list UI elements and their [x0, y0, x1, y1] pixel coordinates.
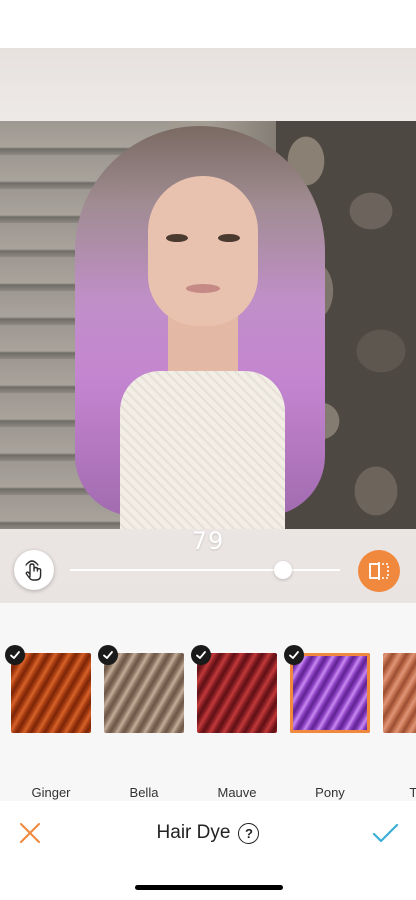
toolbar-title-group: Hair Dye ? [0, 819, 416, 847]
status-bar-area [0, 0, 416, 48]
check-badge-icon [98, 645, 118, 665]
photo-knit-top [120, 371, 285, 529]
photo-eye-right [218, 234, 240, 242]
swatch-image [11, 653, 91, 733]
home-indicator [135, 885, 283, 890]
intensity-value: 79 [191, 527, 225, 555]
hand-touch-icon [25, 560, 42, 581]
tool-title: Hair Dye [156, 822, 231, 843]
portrait-photo [0, 121, 416, 529]
manual-touch-button[interactable] [14, 550, 54, 590]
swatch-taffy[interactable]: Taffy [383, 653, 416, 800]
intensity-slider[interactable] [70, 561, 340, 579]
photo-face [148, 176, 258, 326]
checkmark-icon [372, 823, 399, 843]
swatch-label: Mauve [217, 785, 257, 800]
check-badge-icon [5, 645, 25, 665]
check-badge-icon [284, 645, 304, 665]
swatch-pony[interactable]: Pony [284, 645, 370, 800]
compare-split-icon [369, 562, 389, 580]
swatch-image [197, 653, 277, 733]
swatch-image [383, 653, 416, 733]
swatch-label: Pony [315, 785, 345, 800]
swatch-label: Bella [129, 785, 159, 800]
photo-canvas[interactable] [0, 48, 416, 603]
swatch-image [290, 653, 370, 733]
slider-fill [70, 569, 284, 571]
photo-lips [186, 284, 220, 293]
swatch-label: Ginger [31, 785, 71, 800]
swatch-bella[interactable]: Bella [98, 645, 184, 800]
help-button[interactable]: ? [238, 822, 260, 844]
compare-button[interactable] [358, 550, 400, 592]
swatch-mauve[interactable]: Mauve [191, 645, 277, 800]
swatch-image [104, 653, 184, 733]
check-badge-icon [191, 645, 211, 665]
bottom-toolbar: Hair Dye ? [0, 801, 416, 900]
swatch-ginger[interactable]: Ginger [5, 645, 91, 800]
hair-color-swatch-list[interactable]: Ginger Bella Mauve Pony Taffy [0, 603, 416, 801]
swatch-label: Taffy [409, 785, 416, 800]
photo-eye-left [166, 234, 188, 242]
help-icon: ? [244, 825, 253, 841]
confirm-button[interactable] [370, 819, 400, 847]
